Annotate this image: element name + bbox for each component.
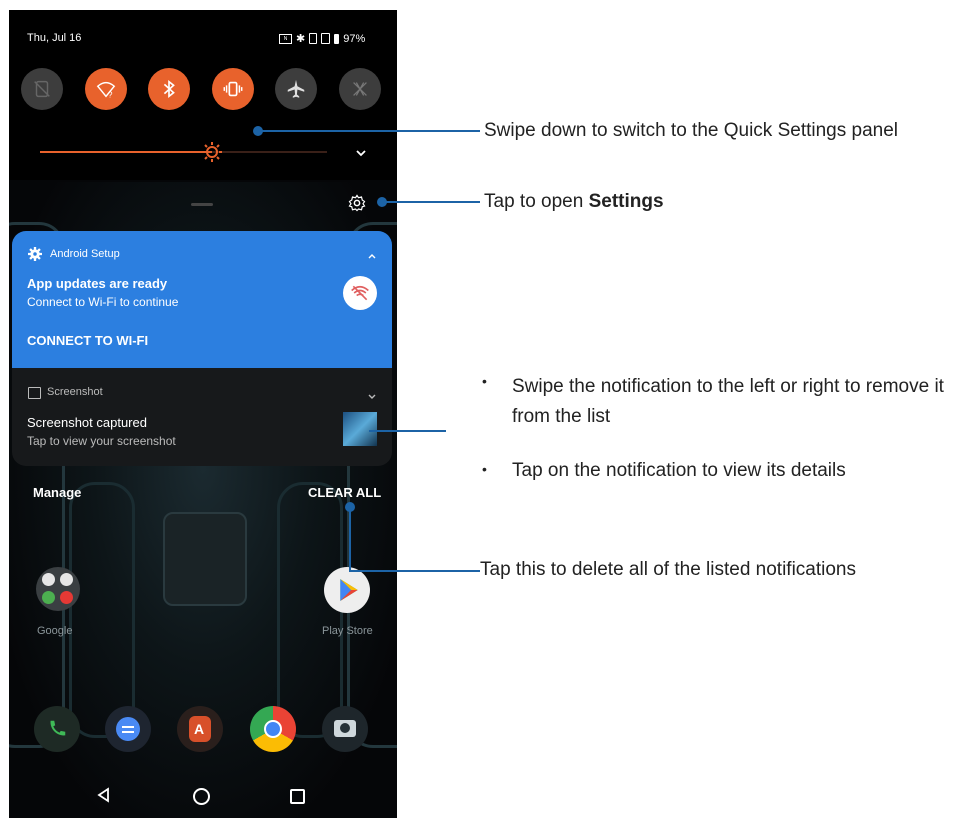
wifi-off-icon — [343, 276, 377, 310]
annotation-bullet-2-marker: • — [482, 461, 487, 477]
annotation-clear-all: Tap this to delete all of the listed not… — [480, 559, 857, 580]
airplane-icon — [287, 79, 305, 98]
qs-tile-airplane[interactable] — [275, 68, 317, 110]
play-store-label: Play Store — [322, 625, 373, 637]
play-store-icon[interactable] — [324, 567, 370, 613]
no-sim-icon — [321, 33, 331, 44]
callout-line-clear-all — [349, 570, 480, 572]
clear-all-button[interactable]: CLEAR ALL — [308, 485, 381, 500]
brightness-fill — [40, 151, 212, 153]
qs-tile-vibrate[interactable] — [212, 68, 254, 110]
chrome-app-icon[interactable] — [250, 706, 296, 752]
screenshot-app-icon — [28, 387, 41, 399]
armoury-app-icon[interactable]: A — [177, 706, 223, 752]
annotation-quick-settings: Swipe down to switch to the Quick Settin… — [484, 120, 899, 141]
wifi-icon: ? — [96, 81, 116, 99]
annotation-settings-bold: Settings — [588, 191, 664, 212]
screenshot-title: Screenshot captured — [27, 415, 147, 430]
screenshot-body: Tap to view your screenshot — [27, 434, 176, 448]
battery-percent: 97% — [343, 32, 366, 45]
nav-recents-button[interactable] — [290, 789, 305, 804]
screen-rotation-icon — [34, 80, 50, 98]
wallpaper-pipe-inner-right — [277, 482, 343, 738]
bluetooth-status-icon: ✱ — [296, 33, 306, 45]
annotation-settings-prefix: Tap to open — [484, 191, 589, 212]
screenshot-thumbnail — [343, 412, 377, 446]
android-setup-notification[interactable]: Android Setup App updates are ready Conn… — [12, 231, 392, 368]
qs-tile-bluetooth[interactable] — [148, 68, 190, 110]
collapse-notification-icon[interactable] — [367, 249, 377, 259]
expand-notification-icon[interactable] — [367, 388, 377, 399]
status-date: Thu, Jul 16 — [27, 32, 82, 44]
callout-line-notification — [369, 430, 446, 432]
android-setup-title: App updates are ready — [27, 276, 168, 291]
callout-vline-clear-all — [349, 507, 351, 571]
x-mode-icon — [353, 82, 367, 96]
phone-app-icon[interactable] — [34, 706, 80, 752]
screenshot-app-name: Screenshot — [47, 386, 103, 398]
nav-home-button[interactable] — [193, 788, 210, 805]
vibrate-icon — [223, 81, 243, 97]
google-folder-label: Google — [37, 625, 73, 637]
annotation-bullet-2: Tap on the notification to view its deta… — [512, 460, 846, 481]
google-folder[interactable] — [36, 567, 80, 611]
svg-text:?: ? — [108, 90, 113, 99]
battery-icon — [334, 33, 340, 44]
qs-tile-wifi[interactable]: ? — [85, 68, 127, 110]
manage-button[interactable]: Manage — [33, 485, 81, 500]
connect-wifi-button[interactable]: CONNECT TO WI-FI — [27, 333, 148, 348]
android-setup-body: Connect to Wi-Fi to continue — [27, 295, 179, 309]
vibrate-status-icon — [309, 33, 318, 44]
android-setup-app-name: Android Setup — [50, 248, 120, 260]
qs-tile-x-mode[interactable] — [339, 68, 381, 110]
annotation-bullet-1-marker: • — [482, 373, 487, 389]
android-setup-gear-icon — [28, 247, 42, 261]
wallpaper-pipe-inner-left — [69, 482, 135, 738]
callout-line-quick-settings — [258, 130, 480, 132]
status-icons: N ✱ 97% — [279, 32, 365, 45]
brightness-handle-icon[interactable] — [202, 142, 222, 162]
bluetooth-icon — [163, 79, 175, 99]
shade-drag-handle[interactable] — [191, 203, 213, 206]
annotation-bullet-1: Swipe the notification to the left or ri… — [512, 376, 944, 427]
messages-app-icon[interactable] — [105, 706, 151, 752]
nav-back-button[interactable] — [95, 786, 113, 804]
camera-app-icon[interactable] — [322, 706, 368, 752]
expand-quick-settings-icon[interactable] — [355, 146, 367, 158]
callout-line-settings — [382, 201, 480, 203]
settings-gear-icon[interactable] — [348, 194, 366, 212]
screenshot-notification[interactable]: Screenshot Screenshot captured Tap to vi… — [12, 368, 392, 466]
nfc-icon: N — [279, 33, 292, 44]
wallpaper-rog-emblem — [163, 512, 247, 606]
annotation-settings: Tap to open Settings — [484, 191, 664, 213]
notification-shade-top: Thu, Jul 16 N ✱ 97% ? — [9, 10, 397, 180]
qs-tile-rotation[interactable] — [21, 68, 63, 110]
